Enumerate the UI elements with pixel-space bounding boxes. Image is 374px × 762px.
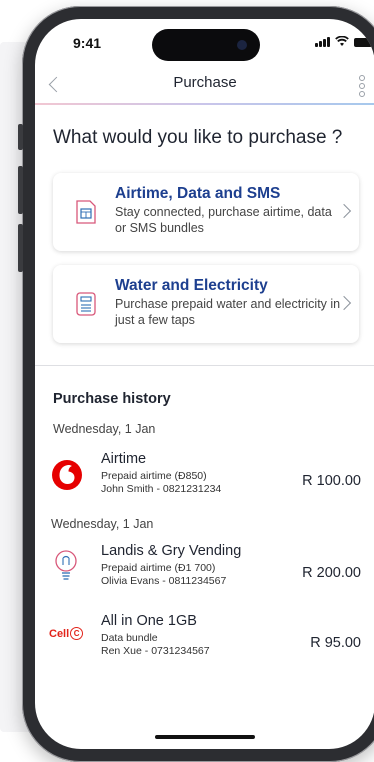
history-date: Wednesday, 1 Jan [51, 517, 154, 531]
battery-icon [354, 38, 374, 47]
airtime-data-sms-option[interactable]: Airtime, Data and SMS Stay connected, pu… [53, 173, 359, 251]
more-options-icon[interactable] [359, 75, 365, 97]
option-subtitle: Purchase prepaid water and electricity i… [115, 297, 341, 327]
sim-card-icon [76, 200, 96, 224]
vodafone-logo [52, 460, 82, 490]
transaction-recipient: Ren Xue - 0731234567 [101, 645, 210, 657]
option-subtitle: Stay connected, purchase airtime, data o… [115, 205, 332, 235]
page-title: Purchase [173, 74, 237, 91]
volume-up-button [18, 166, 23, 214]
cellc-logo: Cell C [49, 627, 84, 640]
transaction-name: Landis & Gry Vending [101, 543, 242, 559]
option-title: Airtime, Data and SMS [115, 185, 281, 202]
camera-icon [237, 40, 247, 50]
status-icons [315, 36, 374, 47]
transaction-description: Prepaid airtime (Ð1 700) [101, 562, 216, 574]
signal-icon [315, 37, 330, 47]
phone-frame: 9:41 Purchase What would you like to pur… [18, 6, 374, 762]
history-item-landis-gyr[interactable]: Landis & Gry Vending Prepaid airtime (Ð1… [35, 543, 374, 593]
transaction-recipient: Olivia Evans - 0811234567 [101, 575, 227, 587]
history-date: Wednesday, 1 Jan [53, 422, 156, 436]
transaction-description: Prepaid airtime (Ð850) [101, 470, 207, 482]
header-accent-line [35, 103, 374, 105]
history-item-airtime[interactable]: Airtime Prepaid airtime (Ð850) John Smit… [35, 451, 374, 501]
transaction-recipient: John Smith - 0821231234 [101, 483, 222, 495]
lightbulb-icon [55, 550, 77, 580]
transaction-name: All in One 1GB [101, 613, 197, 629]
water-electricity-option[interactable]: Water and Electricity Purchase prepaid w… [53, 265, 359, 343]
section-divider [35, 365, 374, 366]
wifi-icon [335, 36, 349, 46]
option-title: Water and Electricity [115, 277, 268, 294]
transaction-name: Airtime [101, 451, 147, 467]
transaction-description: Data bundle [101, 632, 158, 644]
volume-down-button [18, 224, 23, 272]
purchase-history-title: Purchase history [53, 391, 171, 407]
transaction-amount: R 200.00 [302, 565, 361, 581]
chevron-right-icon [336, 203, 352, 219]
transaction-amount: R 95.00 [310, 635, 361, 651]
meter-icon [76, 292, 96, 316]
status-time: 9:41 [73, 35, 102, 51]
mute-switch [18, 124, 23, 150]
home-indicator[interactable] [155, 735, 255, 739]
purchase-question-heading: What would you like to purchase ? [53, 127, 343, 148]
app-screen: 9:41 Purchase What would you like to pur… [35, 19, 374, 749]
history-item-data-bundle[interactable]: Cell C All in One 1GB Data bundle Ren Xu… [35, 613, 374, 663]
cellc-logo-text: Cell [49, 627, 70, 640]
transaction-amount: R 100.00 [302, 473, 361, 489]
status-bar: 9:41 [35, 19, 374, 65]
